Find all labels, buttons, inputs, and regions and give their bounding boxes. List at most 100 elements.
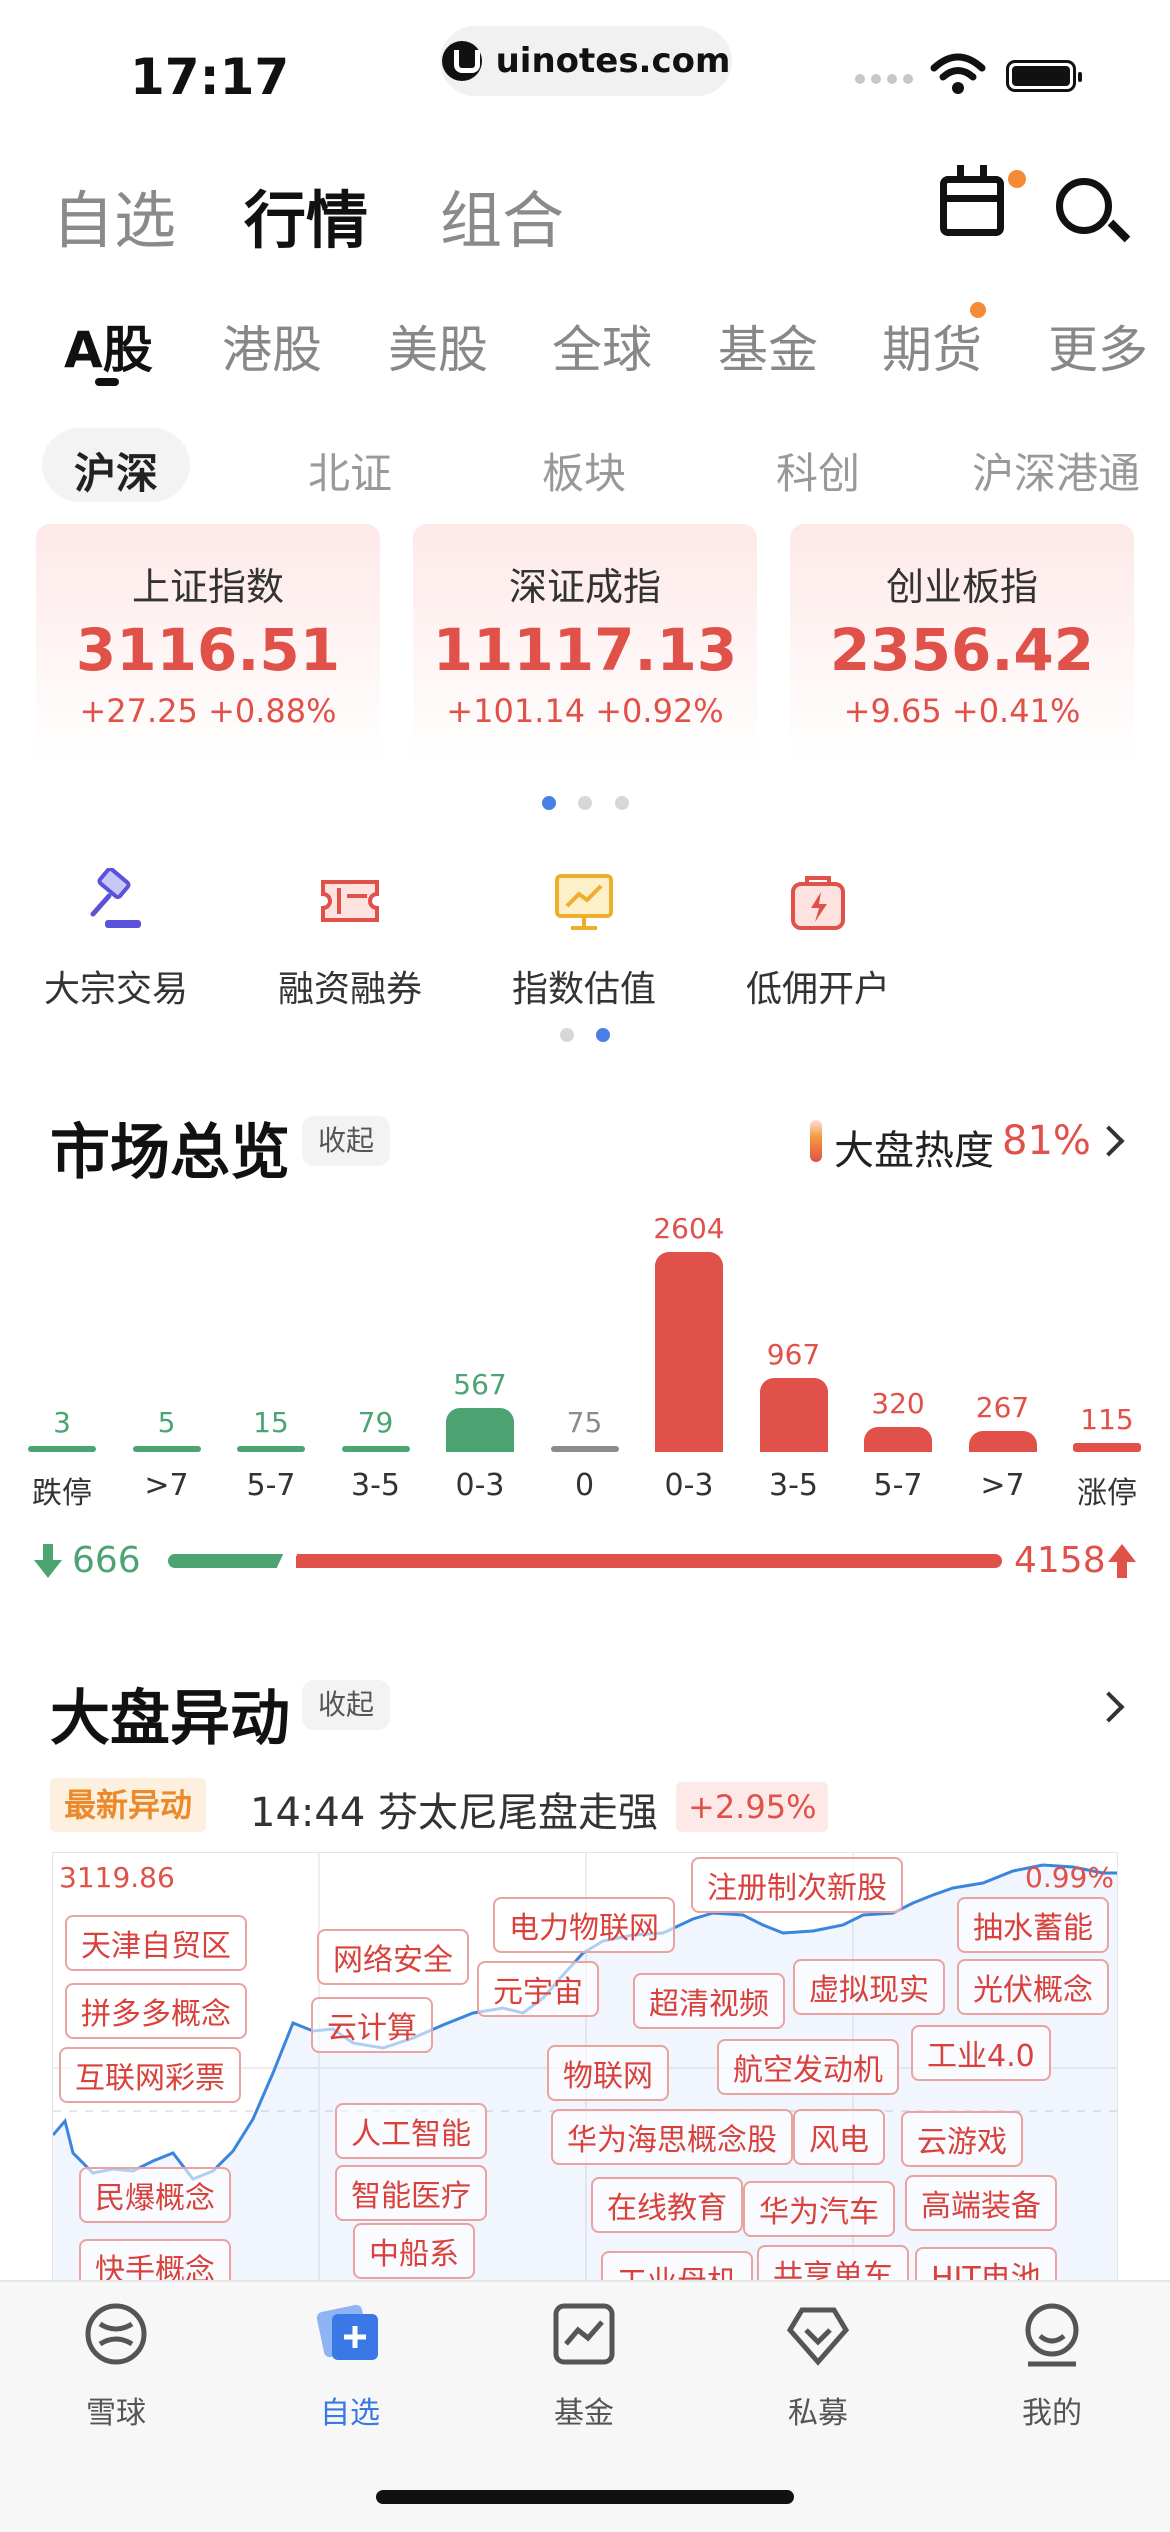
concept-tag[interactable]: 天津自贸区 [65,1915,247,1971]
watchlist-icon [316,2304,378,2360]
bar-value-label: 3 [53,1406,71,1439]
tool-label: 指数估值 [511,969,656,1010]
latest-badge: 最新异动 [50,1778,207,1832]
concept-tag[interactable]: 超清视频 [633,1973,785,2029]
chart-bar [237,1446,305,1452]
sub-tab-connect[interactable]: 沪深港通 [972,440,1140,501]
chart-bar [28,1446,96,1452]
down-ratio-bar [168,1554,286,1568]
chevron-right-icon[interactable] [1093,1125,1125,1157]
sub-tab-sector[interactable]: 板块 [542,440,626,501]
bottom-tab-profile[interactable]: 我的 [982,2300,1122,2432]
calendar-icon[interactable] [940,165,1004,236]
index-card-chinext[interactable]: 创业板指 2356.42 +9.65 +0.41% [790,524,1134,784]
tool-index-valuation[interactable]: 指数估值 [494,868,674,1012]
concept-tag[interactable]: 工业母机 [601,2251,753,2281]
bar-value-label: 79 [357,1405,394,1439]
market-tab-futures[interactable]: 期货 [882,310,982,382]
search-icon[interactable] [1056,178,1112,234]
concept-tag[interactable]: 物联网 [547,2045,669,2101]
up-count: 4158 [1014,1540,1106,1581]
bar-value-label: 2604 [653,1212,725,1245]
lightning-bag-icon [791,876,845,930]
concept-tag[interactable]: 电力物联网 [493,1897,675,1953]
index-change: +9.65 +0.41% [843,692,1081,730]
chart-bar [968,1431,1037,1452]
snowball-icon [85,2303,147,2365]
concept-tag[interactable]: 虚拟现实 [793,1959,945,2015]
concept-tag[interactable]: 云游戏 [901,2111,1023,2167]
market-tab-a-share[interactable]: A股 [64,310,153,382]
bar-value-label: 567 [453,1368,507,1402]
bottom-tab-private-fund[interactable]: 私募 [748,2300,888,2432]
distribution-chart: 3 跌停 5 >7 15 5-7 79 3-5 567 0-3 75 0 2604 0-3 967 3-5 32… [0,1200,1170,1520]
index-name: 创业板指 [885,565,1038,609]
concept-tag[interactable]: 拼多多概念 [65,1983,247,2039]
concept-tag[interactable]: 高端装备 [905,2175,1057,2231]
bottom-tab-fund[interactable]: 基金 [514,2300,654,2432]
concept-tag[interactable]: 航空发动机 [717,2039,899,2095]
market-tab-fund[interactable]: 基金 [718,310,818,382]
concept-tag[interactable]: 注册制次新股 [691,1857,903,1913]
chevron-right-icon[interactable] [1093,1691,1125,1723]
index-card-shanghai[interactable]: 上证指数 3116.51 +27.25 +0.88% [36,524,380,784]
concept-tag[interactable]: 民爆概念 [79,2167,231,2223]
page-dot-active [596,1028,610,1042]
index-value: 11117.13 [432,616,738,684]
sub-tab-hushen[interactable]: 沪深 [74,440,158,501]
bar-value-label: 5 [157,1406,176,1439]
collapse-overview-button[interactable]: 收起 [302,1116,391,1166]
market-tab-global[interactable]: 全球 [552,310,652,382]
index-name: 上证指数 [131,565,284,609]
tool-margin[interactable]: 融资融券 [260,868,440,1012]
chart-bar [655,1252,723,1452]
concept-tag[interactable]: 抽水蓄能 [957,1897,1109,1953]
tool-block-trade[interactable]: 大宗交易 [26,866,206,1012]
concept-tag[interactable]: 共享单车 [757,2245,909,2281]
bottom-tab-label: 自选 [320,2396,380,2431]
site-logo-icon [441,41,482,81]
concept-tag[interactable]: 华为海思概念股 [551,2109,793,2165]
tool-label: 融资融券 [277,969,422,1010]
latest-movement-text[interactable]: 14:44 芬太尼尾盘走强 [250,1780,658,1838]
concept-tag[interactable]: 云计算 [311,1997,433,2053]
index-card-shenzhen[interactable]: 深证成指 11117.13 +101.14 +0.92% [413,524,757,784]
bar-category-label: 5-7 [873,1468,923,1503]
concept-tag[interactable]: 人工智能 [335,2103,487,2159]
concept-tag[interactable]: 在线教育 [591,2177,743,2233]
url-pill[interactable]: uinotes.com [440,26,732,96]
heat-label[interactable]: 大盘热度 [834,1118,994,1176]
concept-tag[interactable]: 中船系 [353,2223,475,2279]
concept-tag[interactable]: 光伏概念 [957,1959,1109,2015]
battery-icon [1006,60,1082,92]
bottom-tab-snowball[interactable]: 雪球 [46,2300,186,2432]
concept-tag[interactable]: 快手概念 [79,2239,231,2281]
concept-tag[interactable]: 元宇宙 [477,1961,599,2017]
concept-tag[interactable]: 智能医疗 [335,2165,487,2221]
concept-tag[interactable]: 工业4.0 [911,2025,1051,2081]
collapse-movement-button[interactable]: 收起 [302,1680,391,1730]
tool-open-account[interactable]: 低佣开户 [728,868,908,1012]
bar-value-label: 15 [253,1406,289,1439]
concept-tag[interactable]: 互联网彩票 [59,2047,241,2103]
section-title-overview: 市场总览 [50,1118,290,1188]
tab-watchlist[interactable]: 自选 [52,170,176,260]
chart-bar [864,1427,932,1452]
concept-tag[interactable]: HJT电池 [915,2247,1057,2281]
market-tab-us[interactable]: 美股 [388,310,488,382]
intraday-chart[interactable]: 3119.86 0.99% 天津自贸区 拼多多概念 互联网彩票 民爆概念 快手概… [52,1852,1118,2282]
tab-portfolio[interactable]: 组合 [440,170,564,260]
heart-diamond-icon [786,2307,850,2366]
sub-tab-star[interactable]: 科创 [776,440,860,501]
bottom-tab-watchlist[interactable]: 自选 [280,2300,420,2432]
concept-tag[interactable]: 华为汽车 [743,2181,895,2237]
market-tab-hk[interactable]: 港股 [222,310,322,382]
section-title-movement: 大盘异动 [50,1684,290,1754]
page-dot [615,796,629,810]
market-tab-more[interactable]: 更多 [1048,310,1148,382]
concept-tag[interactable]: 风电 [793,2109,885,2165]
sub-tab-beizheng[interactable]: 北证 [308,440,392,501]
concept-tag[interactable]: 网络安全 [317,1929,469,1985]
bottom-tab-label: 雪球 [86,2396,146,2431]
tab-market[interactable]: 行情 [244,170,368,260]
